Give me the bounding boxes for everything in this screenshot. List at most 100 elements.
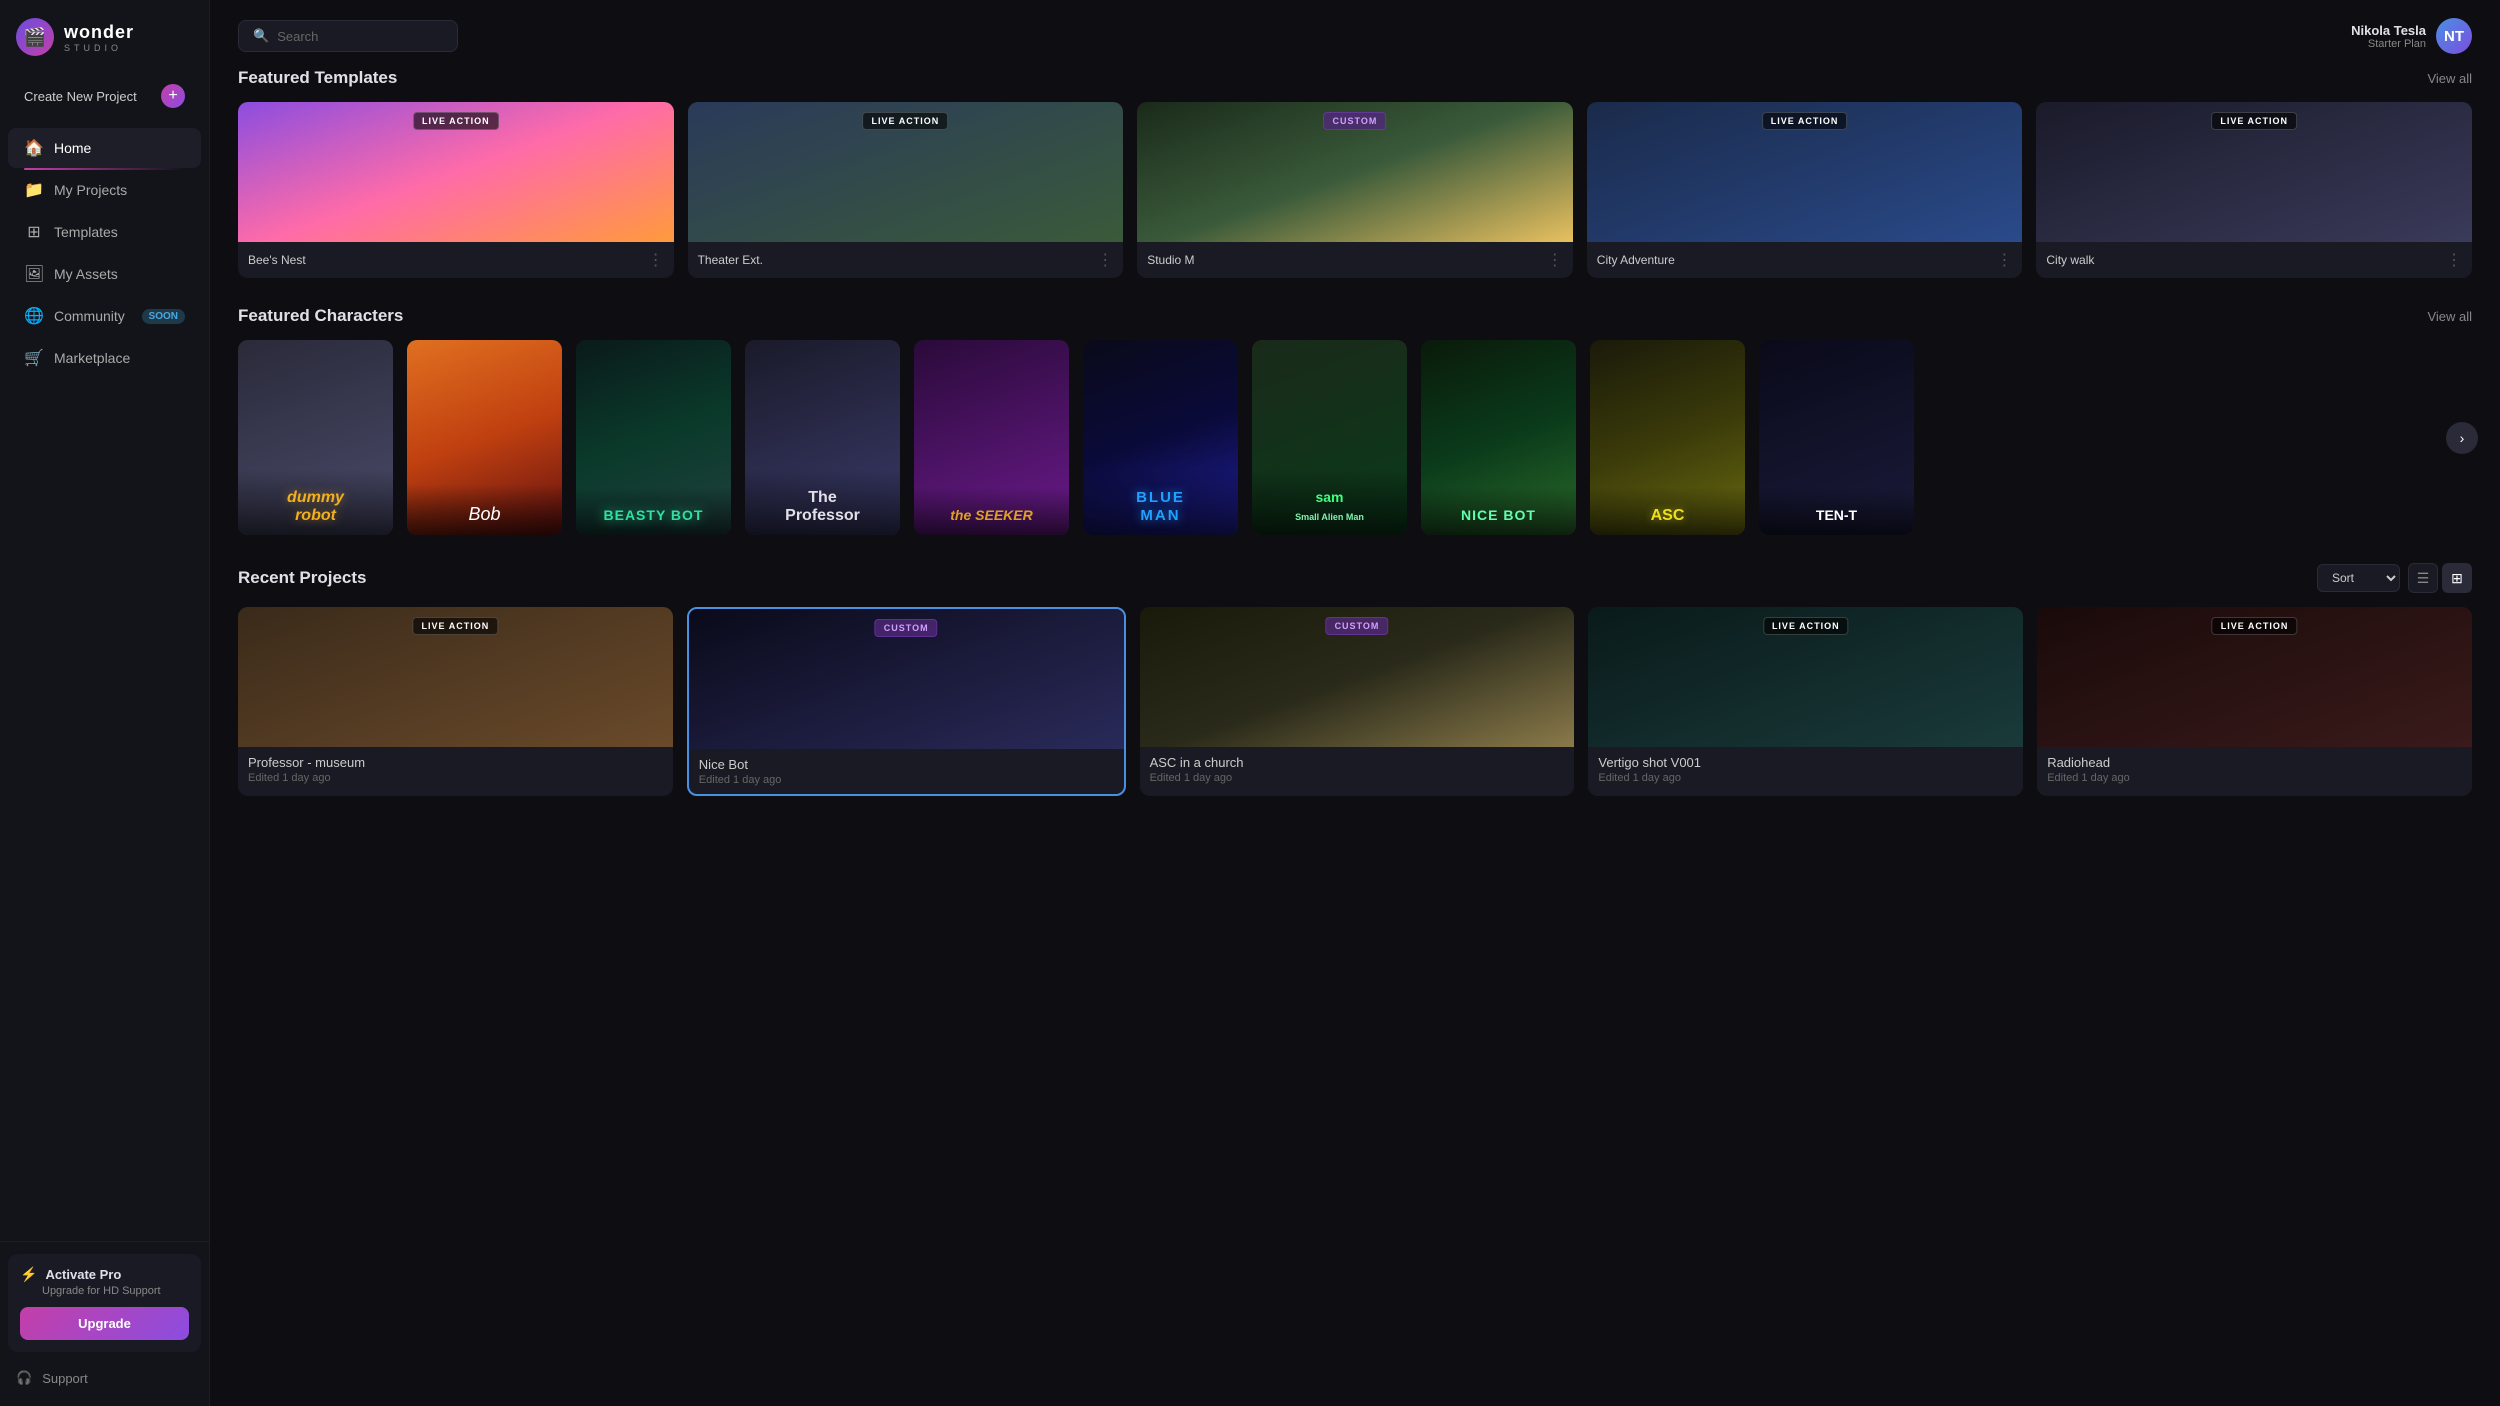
project-badge-vertigo: LIVE ACTION xyxy=(1697,617,1914,635)
template-more-studio[interactable]: ⋮ xyxy=(1547,250,1563,270)
template-card-studio[interactable]: CUSTOM Studio M ⋮ xyxy=(1137,102,1573,278)
user-name: Nikola Tesla xyxy=(2351,23,2426,38)
marketplace-icon: 🛒 xyxy=(24,348,44,368)
char-card-seeker[interactable]: the SEEKER xyxy=(914,340,1069,535)
project-time-nice-bot: Edited 1 day ago xyxy=(699,774,1114,786)
char-label-seeker: the SEEKER xyxy=(950,507,1032,523)
user-info[interactable]: Nikola Tesla Starter Plan NT xyxy=(2351,18,2472,54)
project-badge-nice-bot: CUSTOM xyxy=(797,619,1014,637)
activate-pro-icon: ⚡ xyxy=(20,1266,37,1283)
project-card-radiohead[interactable]: LIVE ACTION Radiohead Edited 1 day ago xyxy=(2037,607,2472,796)
search-input[interactable] xyxy=(277,29,443,44)
characters-scroll-button[interactable]: › xyxy=(2446,422,2478,454)
user-plan: Starter Plan xyxy=(2351,38,2426,50)
char-label-bob: Bob xyxy=(468,504,500,524)
char-thumb-nicebot: NICE BOT xyxy=(1421,340,1576,535)
template-card-city-walk[interactable]: LIVE ACTION City walk ⋮ xyxy=(2036,102,2472,278)
logo-word: wonder xyxy=(64,22,134,43)
char-overlay-seeker: the SEEKER xyxy=(914,487,1069,535)
characters-row-wrapper: dummyrobot Bob BEASTY BOT xyxy=(238,340,2472,535)
featured-templates-header: Featured Templates View all xyxy=(238,68,2472,88)
my-assets-icon: 🖼 xyxy=(24,264,44,284)
recent-projects-section: Recent Projects Sort Newest Oldest Name … xyxy=(238,563,2472,796)
project-footer-professor-museum: Professor - museum Edited 1 day ago xyxy=(238,747,673,792)
community-badge: SOON xyxy=(142,309,185,324)
user-details: Nikola Tesla Starter Plan xyxy=(2351,23,2426,50)
char-card-nicebot[interactable]: NICE BOT xyxy=(1421,340,1576,535)
project-footer-nice-bot: Nice Bot Edited 1 day ago xyxy=(689,749,1124,794)
upgrade-button[interactable]: Upgrade xyxy=(20,1307,189,1340)
char-thumb-professor: TheProfessor xyxy=(745,340,900,535)
project-card-professor-museum[interactable]: LIVE ACTION Professor - museum Edited 1 … xyxy=(238,607,673,796)
project-footer-asc-church: ASC in a church Edited 1 day ago xyxy=(1140,747,1575,792)
template-name-citywalk: City walk xyxy=(2046,253,2094,267)
live-action-badge: LIVE ACTION xyxy=(2211,112,2297,130)
support-item[interactable]: 🎧 Support xyxy=(8,1362,201,1394)
template-footer-citywalk: City walk ⋮ xyxy=(2036,242,2472,278)
sidebar-item-marketplace-label: Marketplace xyxy=(54,350,130,366)
project-name-radiohead: Radiohead xyxy=(2047,755,2462,770)
template-name-studio: Studio M xyxy=(1147,253,1194,267)
char-thumb-seeker: the SEEKER xyxy=(914,340,1069,535)
project-footer-radiohead: Radiohead Edited 1 day ago xyxy=(2037,747,2472,792)
featured-characters-view-all[interactable]: View all xyxy=(2427,309,2472,324)
project-card-asc-church[interactable]: CUSTOM ASC in a church Edited 1 day ago xyxy=(1140,607,1575,796)
project-time-radiohead: Edited 1 day ago xyxy=(2047,772,2462,784)
project-thumb-nice-bot: CUSTOM xyxy=(689,609,1124,749)
grid-view-button[interactable]: ⊞ xyxy=(2442,563,2472,593)
project-card-vertigo[interactable]: LIVE ACTION Vertigo shot V001 Edited 1 d… xyxy=(1588,607,2023,796)
template-more-bees-nest[interactable]: ⋮ xyxy=(648,250,664,270)
template-thumb-bees-nest: LIVE ACTION xyxy=(238,102,674,242)
logo-avatar: 🎬 xyxy=(16,18,54,56)
template-name-city: City Adventure xyxy=(1597,253,1675,267)
template-card-theater[interactable]: LIVE ACTION Theater Ext. ⋮ xyxy=(688,102,1124,278)
sort-select[interactable]: Sort Newest Oldest Name xyxy=(2317,564,2400,592)
char-label-blueman: BLUEMAN xyxy=(1136,489,1185,524)
template-name-theater: Theater Ext. xyxy=(698,253,763,267)
live-action-badge: LIVE ACTION xyxy=(413,112,499,130)
sidebar-item-my-assets[interactable]: 🖼 My Assets xyxy=(8,254,201,294)
template-badge-bees-nest: LIVE ACTION xyxy=(347,112,565,130)
sidebar-item-community-label: Community xyxy=(54,308,125,324)
sidebar-item-my-projects[interactable]: 📁 My Projects xyxy=(8,170,201,210)
template-more-city[interactable]: ⋮ xyxy=(1996,250,2012,270)
template-footer-bees-nest: Bee's Nest ⋮ xyxy=(238,242,674,278)
template-card-city-adventure[interactable]: LIVE ACTION City Adventure ⋮ xyxy=(1587,102,2023,278)
sidebar-bottom: ⚡ Activate Pro Upgrade for HD Support Up… xyxy=(0,1241,209,1406)
char-card-bob[interactable]: Bob xyxy=(407,340,562,535)
char-card-professor[interactable]: TheProfessor xyxy=(745,340,900,535)
list-view-button[interactable]: ☰ xyxy=(2408,563,2438,593)
sidebar-item-templates-label: Templates xyxy=(54,224,118,240)
my-projects-icon: 📁 xyxy=(24,180,44,200)
template-badge-citywalk: LIVE ACTION xyxy=(2145,112,2363,130)
template-thumb-theater: LIVE ACTION xyxy=(688,102,1124,242)
char-card-asc[interactable]: ASC xyxy=(1590,340,1745,535)
char-card-dummy-robot[interactable]: dummyrobot xyxy=(238,340,393,535)
char-card-blueman[interactable]: BLUEMAN xyxy=(1083,340,1238,535)
custom-badge: CUSTOM xyxy=(1326,617,1389,635)
template-more-theater[interactable]: ⋮ xyxy=(1097,250,1113,270)
logo-text: wonder studio xyxy=(64,22,134,53)
template-card-bees-nest[interactable]: LIVE ACTION Bee's Nest ⋮ xyxy=(238,102,674,278)
sidebar-item-community[interactable]: 🌐 Community SOON xyxy=(8,296,201,336)
sidebar-item-templates[interactable]: ⊞ Templates xyxy=(8,212,201,252)
char-thumb-sam: samSmall Alien Man xyxy=(1252,340,1407,535)
community-icon: 🌐 xyxy=(24,306,44,326)
char-card-beastbot[interactable]: BEASTY BOT xyxy=(576,340,731,535)
char-thumb-blueman: BLUEMAN xyxy=(1083,340,1238,535)
char-card-ten[interactable]: TEN-T xyxy=(1759,340,1914,535)
live-action-badge: LIVE ACTION xyxy=(413,617,499,635)
template-more-citywalk[interactable]: ⋮ xyxy=(2446,250,2462,270)
char-card-sam[interactable]: samSmall Alien Man xyxy=(1252,340,1407,535)
sidebar-item-marketplace[interactable]: 🛒 Marketplace xyxy=(8,338,201,378)
sidebar-item-home[interactable]: 🏠 Home xyxy=(8,128,201,168)
create-new-project-row: Create New Project + xyxy=(8,74,201,118)
create-plus-button[interactable]: + xyxy=(161,84,185,108)
project-time-vertigo: Edited 1 day ago xyxy=(1598,772,2013,784)
featured-templates-view-all[interactable]: View all xyxy=(2427,71,2472,86)
project-card-nice-bot[interactable]: CUSTOM Nice Bot Edited 1 day ago xyxy=(687,607,1126,796)
sidebar-item-home-label: Home xyxy=(54,140,91,156)
template-thumb-city: LIVE ACTION xyxy=(1587,102,2023,242)
activate-pro-panel: ⚡ Activate Pro Upgrade for HD Support Up… xyxy=(8,1254,201,1352)
char-thumb-asc: ASC xyxy=(1590,340,1745,535)
